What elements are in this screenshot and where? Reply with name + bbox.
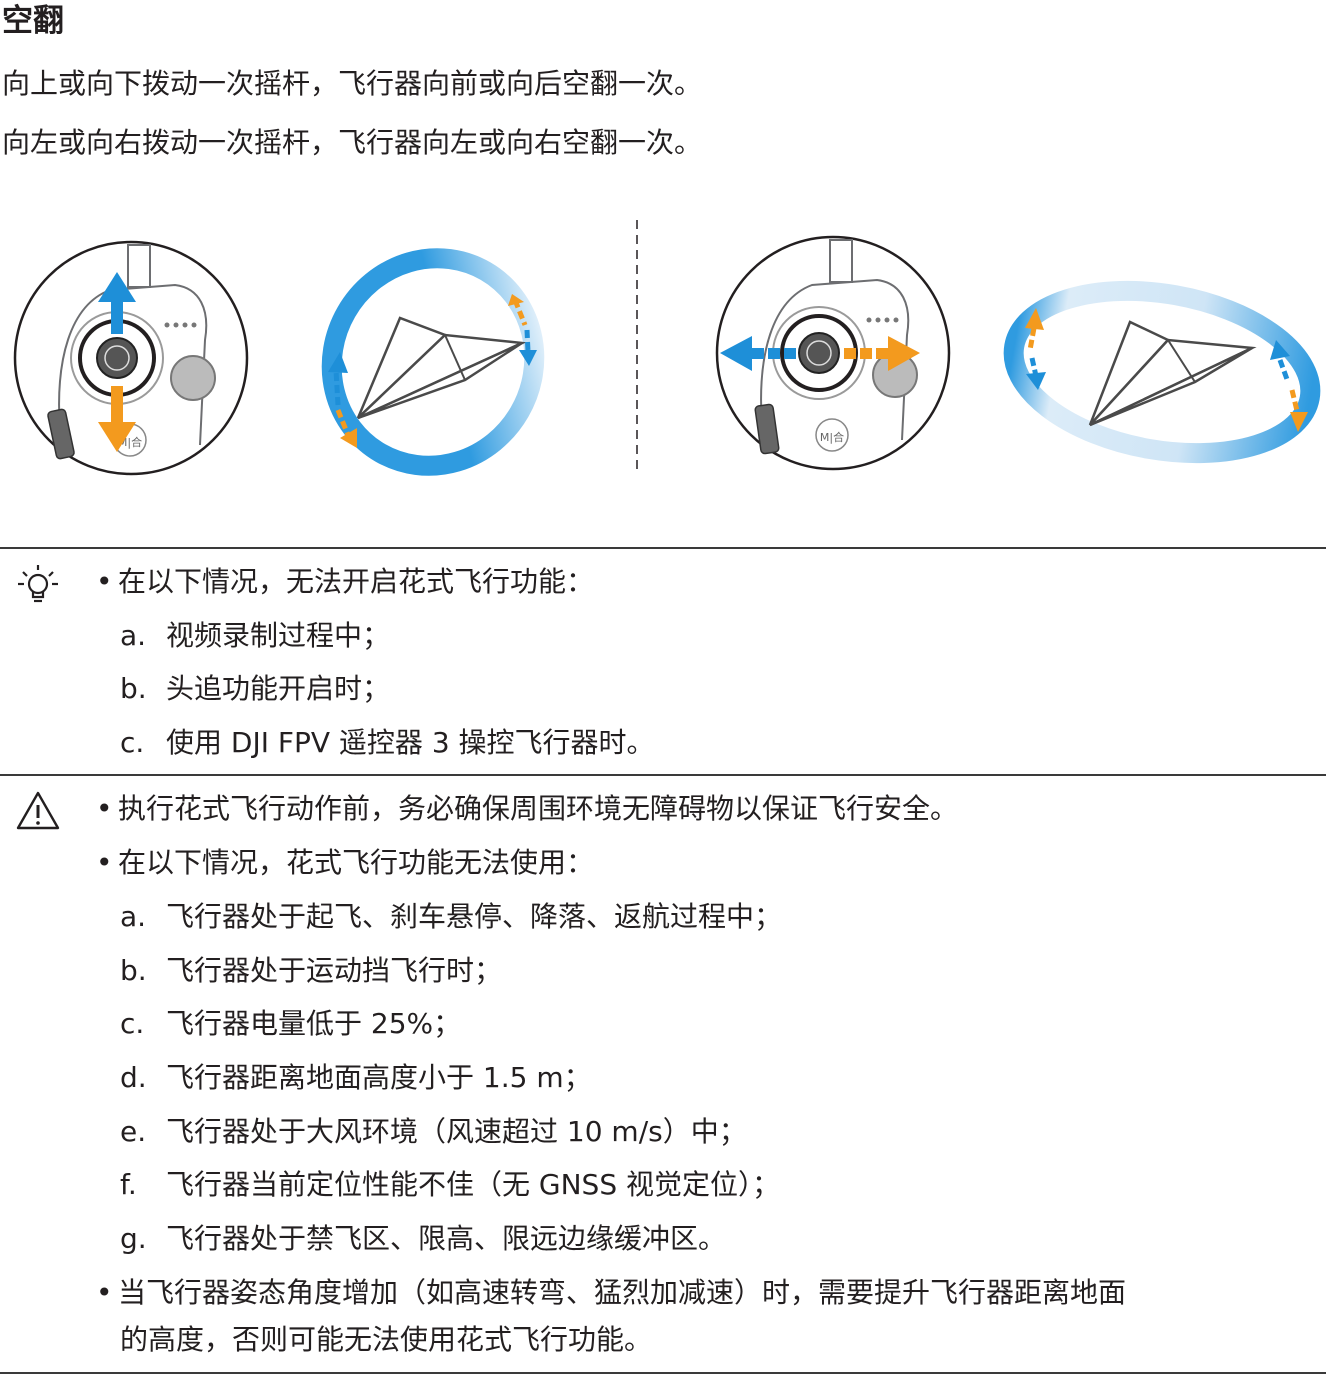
tip-item-c: c. 使用 DJI FPV 遥控器 3 操控飞行器时。: [120, 726, 655, 759]
warning-bullet-1: • 执行花式飞行动作前，务必确保周围环境无障碍物以保证飞行安全。: [96, 792, 959, 825]
section-rule-bottom: [0, 1372, 1326, 1374]
svg-text:M|合: M|合: [820, 430, 844, 444]
warning-item-g: g. 飞行器处于禁飞区、限高、限远边缘缓冲区。: [120, 1222, 727, 1255]
front-flip-plane-icon: [321, 248, 545, 476]
warning-bullet-2: • 在以下情况，花式飞行功能无法使用：: [96, 846, 595, 879]
section-rule-middle: [0, 774, 1326, 776]
lightbulb-icon: [18, 565, 58, 603]
tip-bullet: • 在以下情况，无法开启花式飞行功能：: [96, 565, 595, 598]
warning-item-d: d. 飞行器距离地面高度小于 1.5 m；: [120, 1061, 592, 1094]
side-flip-plane-icon: [1003, 280, 1321, 464]
warning-item-a: a. 飞行器处于起飞、刹车悬停、降落、返航过程中；: [120, 900, 783, 933]
section-title: 空翻: [2, 3, 64, 39]
warning-item-f: f. 飞行器当前定位性能不佳（无 GNSS 视觉定位）；: [120, 1168, 780, 1201]
warning-item-b: b. 飞行器处于运动挡飞行时；: [120, 954, 503, 987]
warning-item-c: c. 飞行器电量低于 25%；: [120, 1007, 462, 1040]
tip-item-b: b. 头追功能开启时；: [120, 672, 391, 705]
remote-stick-vertical-icon: M|合: [13, 240, 249, 476]
warning-bullet-3: • 当飞行器姿态角度增加（如高速转弯、猛烈加减速）时，需要提升飞行器距离地面: [96, 1276, 1127, 1309]
remote-stick-horizontal-icon: M|合: [715, 235, 951, 471]
intro-line-2: 向左或向右拨动一次摇杆，飞行器向左或向右空翻一次。: [2, 126, 703, 159]
warning-triangle-icon: [16, 791, 60, 830]
flip-illustrations: M|合 M|合: [13, 220, 1321, 476]
section-rule-top: [0, 547, 1326, 549]
warning-bullet-3-continuation: 的高度，否则可能无法使用花式飞行功能。: [120, 1323, 653, 1356]
intro-line-1: 向上或向下拨动一次摇杆，飞行器向前或向后空翻一次。: [2, 67, 703, 100]
warning-item-e: e. 飞行器处于大风环境（风速超过 10 m/s）中；: [120, 1115, 747, 1148]
tip-item-a: a. 视频录制过程中；: [120, 619, 391, 652]
